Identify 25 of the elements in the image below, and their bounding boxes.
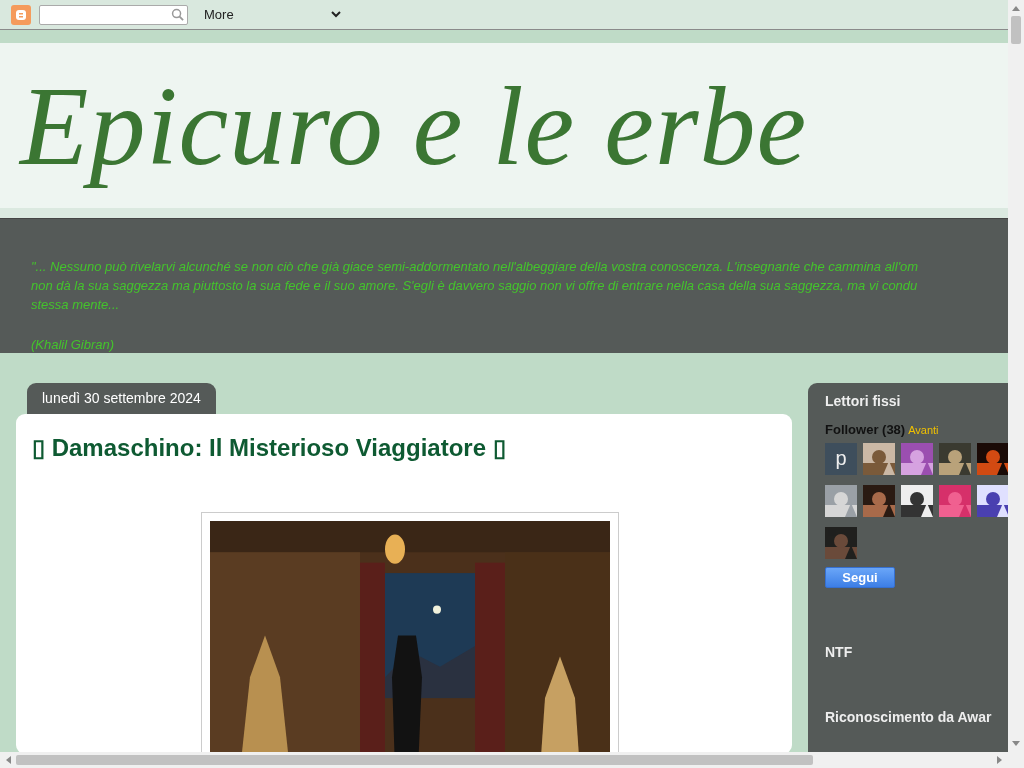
scroll-right-icon[interactable] [997,756,1003,764]
post-title[interactable]: ▯ Damaschino: Il Misterioso Viaggiatore ▯ [32,432,776,464]
quote-text: stessa mente... [31,296,121,314]
quote-text: "... Nessuno può rivelarvi alcunché se non ciò che già giace semi-addormentato nell'albeggiare della vostra conoscenza. L'insegnante che cammina all'om [31,258,920,276]
search-icon[interactable] [171,8,184,21]
widget-title: NTF [825,644,854,661]
more-menu[interactable]: More [204,7,234,22]
scroll-thumb[interactable] [16,755,813,765]
follower-count: Follower (38) [825,422,906,437]
next-link[interactable]: Avanti [908,424,939,436]
vertical-scrollbar[interactable] [1008,0,1024,752]
blogger-logo-icon[interactable] [11,4,31,25]
scroll-down-icon[interactable] [1012,741,1020,747]
chevron-down-icon[interactable] [330,11,341,18]
search-field[interactable] [39,4,188,25]
scroll-left-icon[interactable] [5,756,11,764]
quote-text: non dà la sua saggezza ma piuttosto la sua fede e il suo amore. S'egli è davvero saggio non vi offre di entrare nella casa della sua saggezza, ma vi condu [31,277,919,295]
widget-title: Lettori fissi [825,393,902,410]
widget-title: Riconoscimento da Awar [825,709,993,726]
scroll-up-icon[interactable] [1012,5,1020,11]
quote-attribution: (Khalil Gibran) [31,336,116,353]
scroll-thumb[interactable] [1011,16,1021,44]
date-header: lunedì 30 settembre 2024 [27,383,216,414]
blog-title[interactable]: Epicuro e le erbe [20,55,822,196]
follower-avatar[interactable]: p [825,443,857,475]
